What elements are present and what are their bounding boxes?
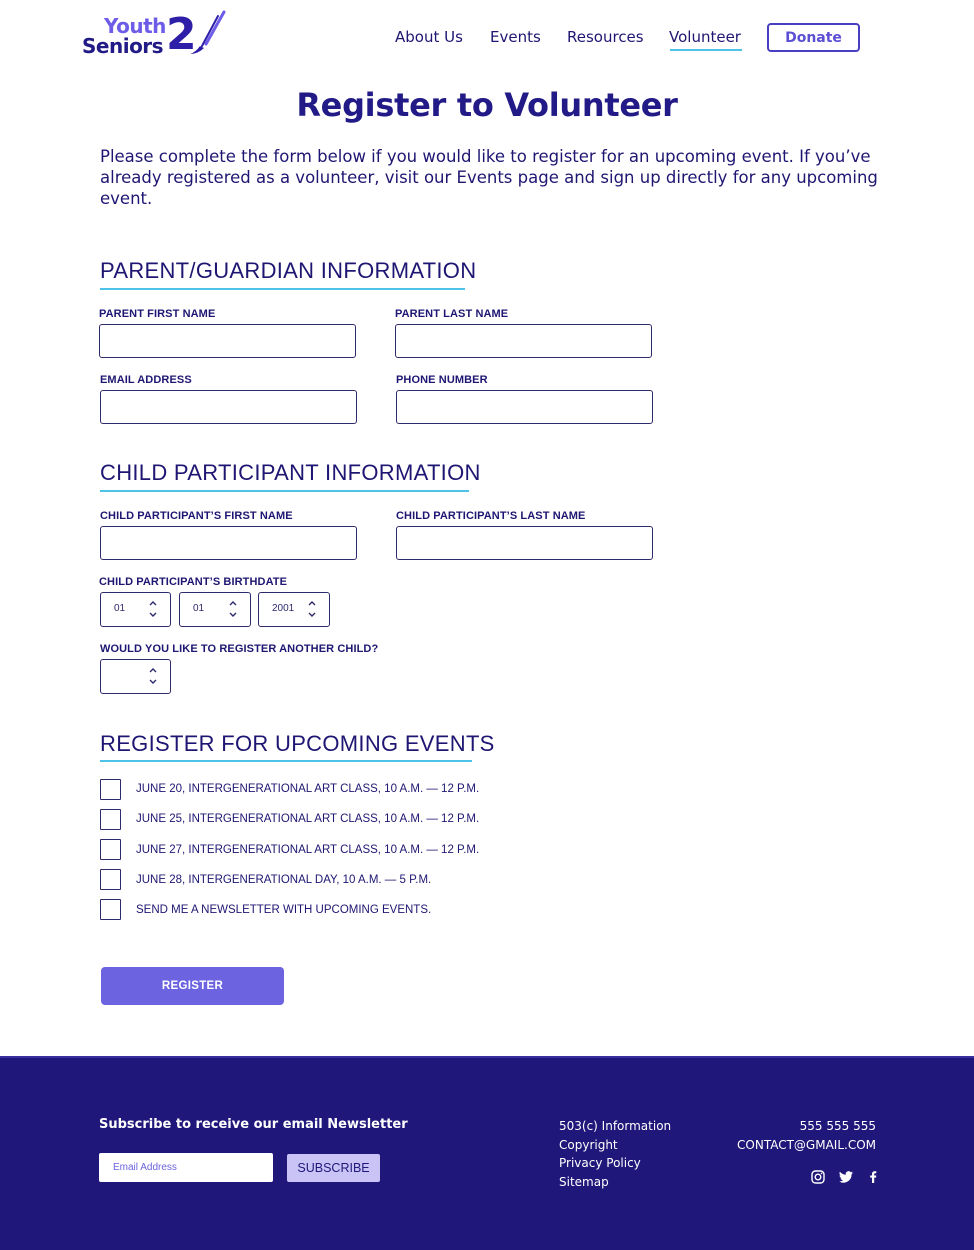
nav-volunteer[interactable]: Volunteer	[669, 28, 741, 46]
events-section-title: REGISTER FOR UPCOMING EVENTS	[100, 731, 495, 756]
intro-text: Please complete the form below if you wo…	[100, 147, 878, 208]
newsletter-email-input[interactable]	[99, 1153, 273, 1182]
footer-link-sitemap[interactable]: Sitemap	[559, 1173, 671, 1192]
child-last-name-label: CHILD PARTICIPANT’S LAST NAME	[396, 510, 586, 522]
another-child-select[interactable]	[100, 659, 171, 694]
parent-last-name-label: PARENT LAST NAME	[395, 308, 509, 320]
event-checkbox-june-25[interactable]	[100, 809, 121, 830]
nav-about-us[interactable]: About Us	[395, 28, 463, 46]
birthdate-label: CHILD PARTICIPANT’S BIRTHDATE	[99, 576, 288, 588]
child-first-name-input[interactable]	[100, 526, 357, 560]
event-checkbox-june-27[interactable]	[100, 839, 121, 860]
email-address-label: EMAIL ADDRESS	[100, 374, 192, 386]
birth-year-stepper[interactable]: 2001	[258, 592, 330, 627]
child-section-title: CHILD PARTICIPANT INFORMATION	[100, 460, 481, 485]
footer-links: 503(c) Information Copyright Privacy Pol…	[559, 1117, 671, 1191]
contact-phone: 555 555 555	[799, 1119, 876, 1133]
contact-email[interactable]: CONTACT@GMAIL.COM	[737, 1136, 876, 1155]
event-label-june-25: JUNE 25, INTERGENERATIONAL ART CLASS, 10…	[136, 813, 480, 825]
phone-number-input[interactable]	[396, 390, 653, 424]
site-footer: Subscribe to receive our email Newslette…	[0, 1056, 974, 1250]
event-label-june-27: JUNE 27, INTERGENERATIONAL ART CLASS, 10…	[136, 844, 480, 856]
newsletter-label: SEND ME A NEWSLETTER WITH UPCOMING EVENT…	[136, 904, 432, 916]
parent-section-title: PARENT/GUARDIAN INFORMATION	[100, 258, 477, 283]
stepper-arrows-icon[interactable]	[148, 665, 158, 687]
another-child-label: WOULD YOU LIKE TO REGISTER ANOTHER CHILD…	[100, 643, 379, 655]
birth-day-value: 01	[193, 603, 205, 614]
paintbrush-icon	[190, 10, 226, 54]
stepper-arrows-icon[interactable]	[307, 598, 317, 620]
register-button[interactable]: REGISTER	[101, 967, 284, 1005]
footer-link-copyright[interactable]: Copyright	[559, 1136, 671, 1155]
child-last-name-input[interactable]	[396, 526, 653, 560]
event-label-june-20: JUNE 20, INTERGENERATIONAL ART CLASS, 10…	[136, 783, 480, 795]
email-address-input[interactable]	[100, 390, 357, 424]
birth-year-value: 2001	[272, 603, 295, 614]
phone-number-label: PHONE NUMBER	[396, 374, 488, 386]
active-nav-indicator	[670, 49, 742, 51]
section-underline	[100, 490, 469, 492]
footer-divider	[0, 1056, 974, 1058]
birth-day-stepper[interactable]: 01	[179, 592, 251, 627]
nav-events[interactable]: Events	[490, 28, 541, 46]
event-label-june-28: JUNE 28, INTERGENERATIONAL DAY, 10 A.M. …	[136, 874, 432, 886]
footer-link-503c[interactable]: 503(c) Information	[559, 1117, 671, 1136]
section-underline	[100, 760, 472, 762]
donate-button[interactable]: Donate	[767, 23, 860, 52]
newsletter-checkbox[interactable]	[100, 899, 121, 920]
logo-seniors-text: Seniors	[82, 34, 164, 58]
instagram-icon[interactable]	[810, 1169, 826, 1185]
parent-first-name-input[interactable]	[99, 324, 356, 358]
event-checkbox-june-28[interactable]	[100, 869, 121, 890]
nav-resources[interactable]: Resources	[567, 28, 644, 46]
site-logo[interactable]: Youth Seniors 2	[82, 10, 227, 60]
parent-first-name-label: PARENT FIRST NAME	[99, 308, 216, 320]
newsletter-title: Subscribe to receive our email Newslette…	[99, 1117, 408, 1132]
event-checkbox-june-20[interactable]	[100, 779, 121, 800]
child-first-name-label: CHILD PARTICIPANT’S FIRST NAME	[100, 510, 293, 522]
section-underline	[100, 288, 465, 290]
footer-contact: 555 555 555 CONTACT@GMAIL.COM	[737, 1117, 876, 1154]
birth-month-value: 01	[114, 603, 126, 614]
facebook-icon[interactable]	[865, 1169, 881, 1185]
stepper-arrows-icon[interactable]	[148, 598, 158, 620]
subscribe-button[interactable]: SUBSCRIBE	[287, 1154, 380, 1182]
page-title: Register to Volunteer	[296, 86, 678, 124]
twitter-icon[interactable]	[838, 1169, 854, 1185]
footer-link-privacy[interactable]: Privacy Policy	[559, 1154, 671, 1173]
parent-last-name-input[interactable]	[395, 324, 652, 358]
birth-month-stepper[interactable]: 01	[100, 592, 171, 627]
stepper-arrows-icon[interactable]	[228, 598, 238, 620]
